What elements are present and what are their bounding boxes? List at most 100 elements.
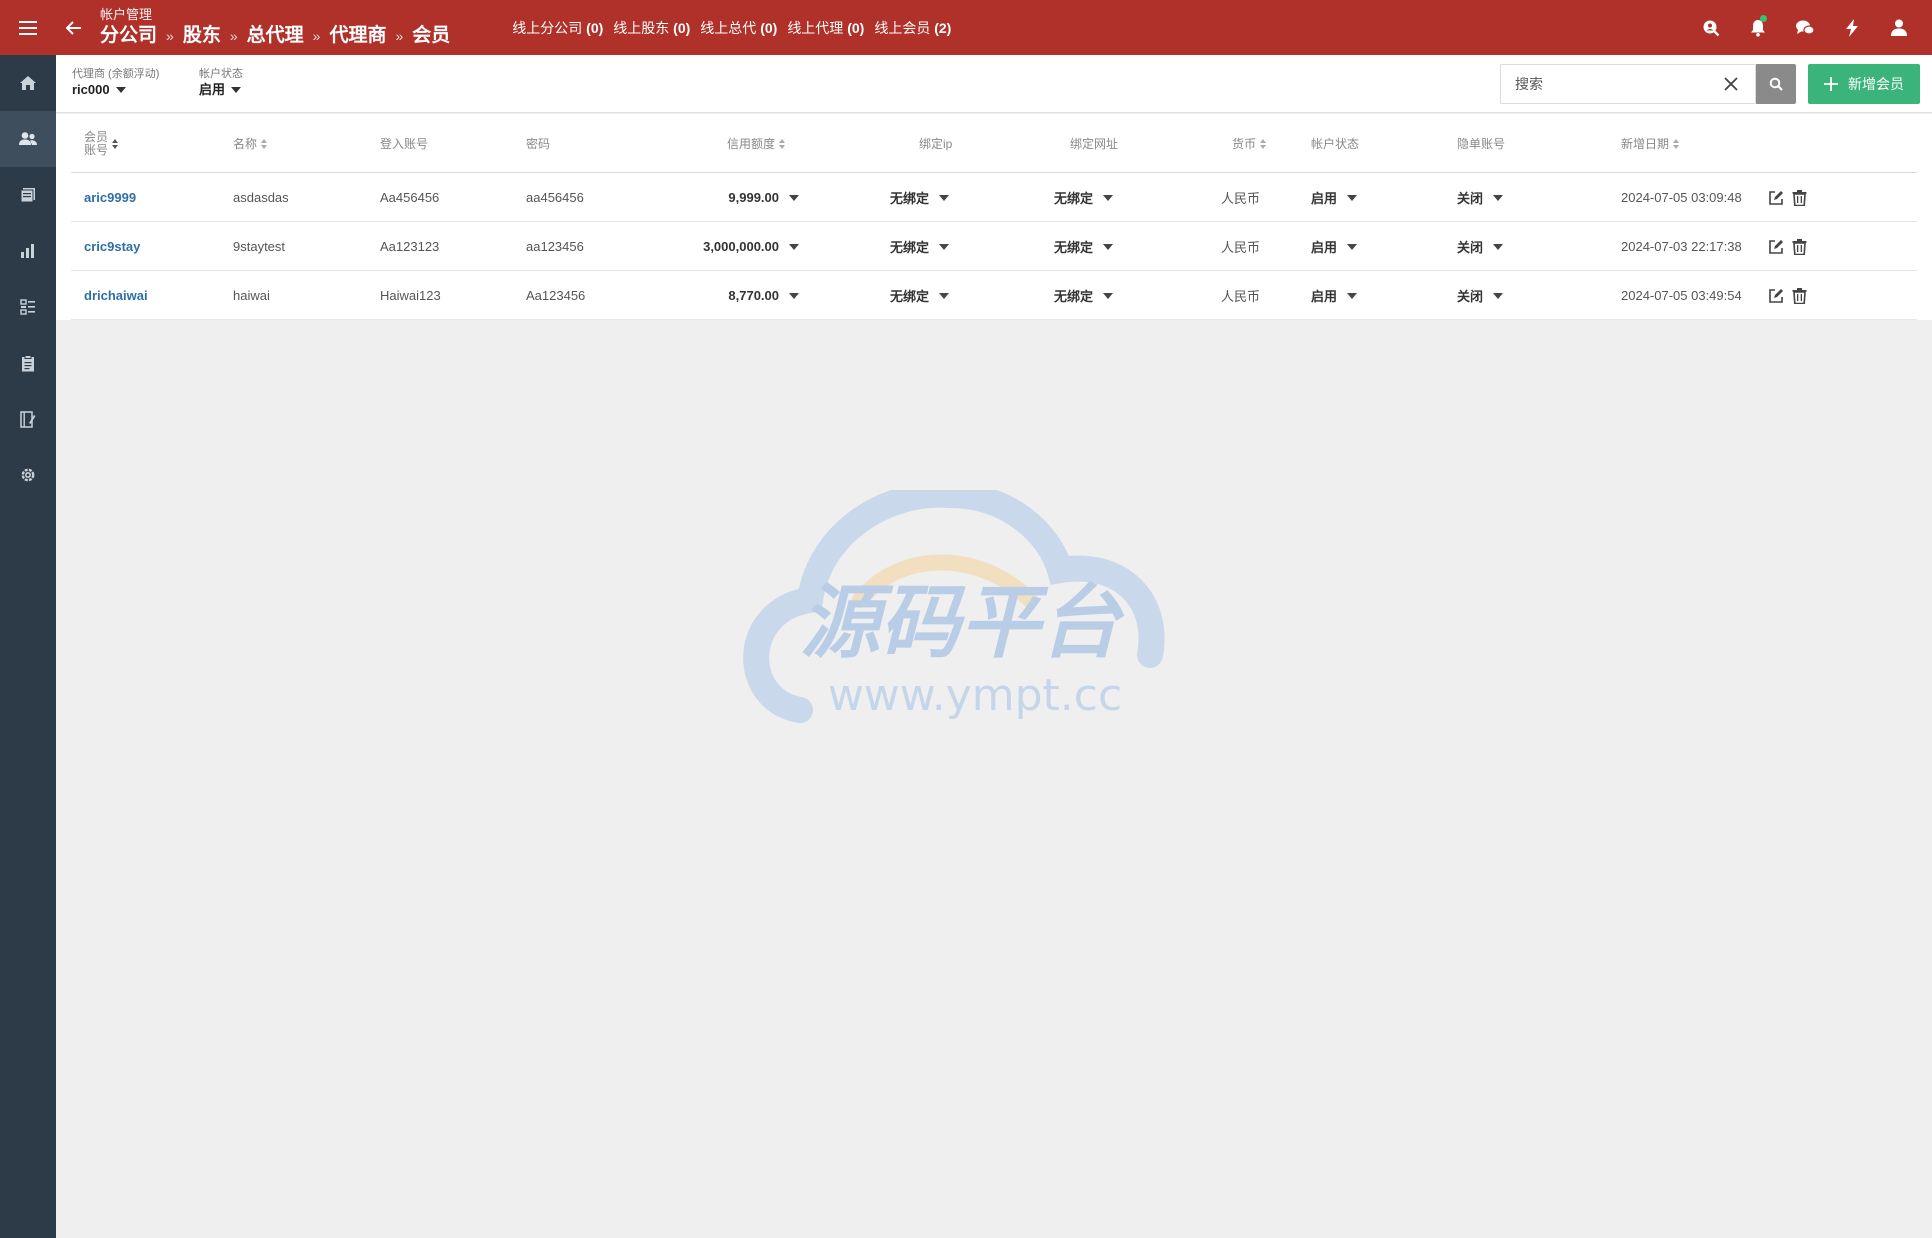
chevron-down-icon	[789, 292, 799, 299]
sort-icon	[779, 138, 786, 149]
bind-ip-dropdown[interactable]: 无绑定	[890, 188, 950, 207]
status-dropdown[interactable]: 启用	[1311, 286, 1358, 305]
credit-dropdown[interactable]: 8,770.00	[728, 288, 799, 303]
hidden-dropdown[interactable]: 关闭	[1457, 237, 1504, 256]
clear-search-icon[interactable]	[1711, 65, 1751, 103]
edit-icon[interactable]	[1768, 288, 1784, 304]
chevron-down-icon	[1347, 292, 1358, 299]
chat-icon[interactable]	[1781, 0, 1828, 55]
chevron-down-icon	[1347, 243, 1358, 250]
online-general-agent-label: 线上总代	[700, 19, 757, 36]
sidebar-item-accounts[interactable]	[0, 111, 56, 167]
chevron-down-icon	[115, 86, 126, 93]
lightning-icon[interactable]	[1828, 0, 1875, 55]
breadcrumb-member[interactable]: 会员	[412, 24, 450, 48]
table-row: drichaiwai haiwai Haiwai123 Aa123456 8,7…	[71, 271, 1917, 320]
th-currency[interactable]: 货币	[1232, 114, 1267, 173]
chevron-down-icon	[1103, 292, 1114, 299]
sidebar	[0, 55, 56, 1238]
sidebar-item-settings[interactable]	[0, 447, 56, 503]
bind-url-dropdown[interactable]: 无绑定	[1054, 286, 1114, 305]
search-button[interactable]	[1756, 64, 1796, 104]
login-cell: Aa456456	[380, 190, 440, 205]
credit-dropdown[interactable]: 9,999.00	[728, 190, 799, 205]
credit-dropdown[interactable]: 3,000,000.00	[703, 239, 799, 254]
sidebar-item-home[interactable]	[0, 55, 56, 111]
th-account-line1: 会员	[84, 129, 109, 144]
edit-icon[interactable]	[1768, 239, 1784, 255]
online-member-link[interactable]: 线上会员 (2)	[874, 18, 951, 38]
password-cell: aa123456	[526, 239, 584, 254]
hidden-value: 关闭	[1457, 240, 1484, 255]
user-icon[interactable]	[1875, 0, 1922, 55]
breadcrumb-company[interactable]: 分公司	[100, 24, 157, 48]
chevron-down-icon	[1493, 243, 1504, 250]
sidebar-item-clipboard[interactable]	[0, 335, 56, 391]
chevron-down-icon	[939, 194, 950, 201]
notebook-edit-icon	[20, 410, 36, 428]
login-cell: Haiwai123	[380, 288, 441, 303]
online-agent-count: (0)	[847, 19, 865, 36]
bell-icon[interactable]	[1734, 0, 1781, 55]
bind-url-dropdown[interactable]: 无绑定	[1054, 237, 1114, 256]
th-name-label: 名称	[233, 137, 258, 151]
account-link[interactable]: cric9stay	[84, 222, 140, 271]
th-status-label: 帐户状态	[1311, 137, 1360, 151]
name-cell: 9staytest	[233, 239, 286, 254]
breadcrumb-general-agent[interactable]: 总代理	[247, 24, 304, 48]
sidebar-item-reports[interactable]	[0, 167, 56, 223]
hidden-cell: 关闭	[1457, 271, 1504, 320]
home-icon	[20, 76, 36, 90]
hamburger-menu-icon[interactable]	[0, 0, 56, 55]
status-dropdown[interactable]: 启用	[1311, 188, 1358, 207]
th-hidden: 隐单账号	[1457, 114, 1505, 173]
chevron-down-icon	[231, 86, 242, 93]
bind-url-cell: 无绑定	[1054, 173, 1114, 222]
add-member-button[interactable]: 新增会员	[1808, 64, 1920, 104]
online-shareholder-link[interactable]: 线上股东 (0)	[613, 18, 690, 38]
sidebar-item-list[interactable]	[0, 279, 56, 335]
bind-ip-dropdown[interactable]: 无绑定	[890, 237, 950, 256]
search-user-icon[interactable]	[1687, 0, 1734, 55]
online-general-agent-link[interactable]: 线上总代 (0)	[700, 18, 777, 38]
breadcrumb-shareholder[interactable]: 股东	[183, 24, 221, 48]
sidebar-item-statistics[interactable]	[0, 223, 56, 279]
hidden-dropdown[interactable]: 关闭	[1457, 188, 1504, 207]
trash-icon[interactable]	[1792, 189, 1807, 206]
trash-icon[interactable]	[1792, 287, 1807, 304]
agent-filter-value: ric000	[72, 82, 110, 97]
online-counts: 线上分公司 (0) 线上股东 (0) 线上总代 (0) 线上代理 (0) 线上会…	[512, 18, 951, 38]
edit-icon[interactable]	[1768, 190, 1784, 206]
sidebar-item-notes[interactable]	[0, 391, 56, 447]
back-arrow-icon[interactable]	[56, 0, 92, 55]
watermark-url: www.ympt.cc	[828, 670, 1122, 721]
trash-icon[interactable]	[1792, 238, 1807, 255]
bind-url-dropdown[interactable]: 无绑定	[1054, 188, 1114, 207]
th-name[interactable]: 名称	[233, 114, 268, 173]
th-login-label: 登入账号	[380, 137, 429, 151]
th-credit[interactable]: 信用额度	[727, 114, 786, 173]
chevron-down-icon	[1103, 243, 1114, 250]
search-icon	[1769, 77, 1783, 91]
account-link[interactable]: aric9999	[84, 173, 136, 222]
breadcrumb-agent[interactable]: 代理商	[329, 24, 386, 48]
account-link[interactable]: drichaiwai	[84, 271, 148, 320]
bind-ip-dropdown[interactable]: 无绑定	[890, 286, 950, 305]
online-general-agent-count: (0)	[760, 19, 778, 36]
online-agent-link[interactable]: 线上代理 (0)	[787, 18, 864, 38]
online-company-link[interactable]: 线上分公司 (0)	[512, 18, 603, 38]
chevron-down-icon	[939, 292, 950, 299]
hidden-value: 关闭	[1457, 191, 1484, 206]
th-account[interactable]: 会员 账号	[84, 114, 119, 173]
status-dropdown[interactable]: 启用	[1311, 237, 1358, 256]
agent-filter[interactable]: 代理商 (余额浮动) ric000	[72, 68, 159, 98]
status-value: 启用	[1311, 289, 1338, 304]
date-cell: 2024-07-05 03:49:54	[1621, 288, 1742, 303]
status-filter[interactable]: 帐户状态 启用	[199, 68, 243, 98]
th-date[interactable]: 新增日期	[1621, 114, 1680, 173]
search-input[interactable]	[1501, 66, 1711, 102]
hidden-dropdown[interactable]: 关闭	[1457, 286, 1504, 305]
bind-url-value: 无绑定	[1054, 240, 1094, 255]
chevron-down-icon	[1493, 292, 1504, 299]
bind-ip-value: 无绑定	[890, 289, 930, 304]
